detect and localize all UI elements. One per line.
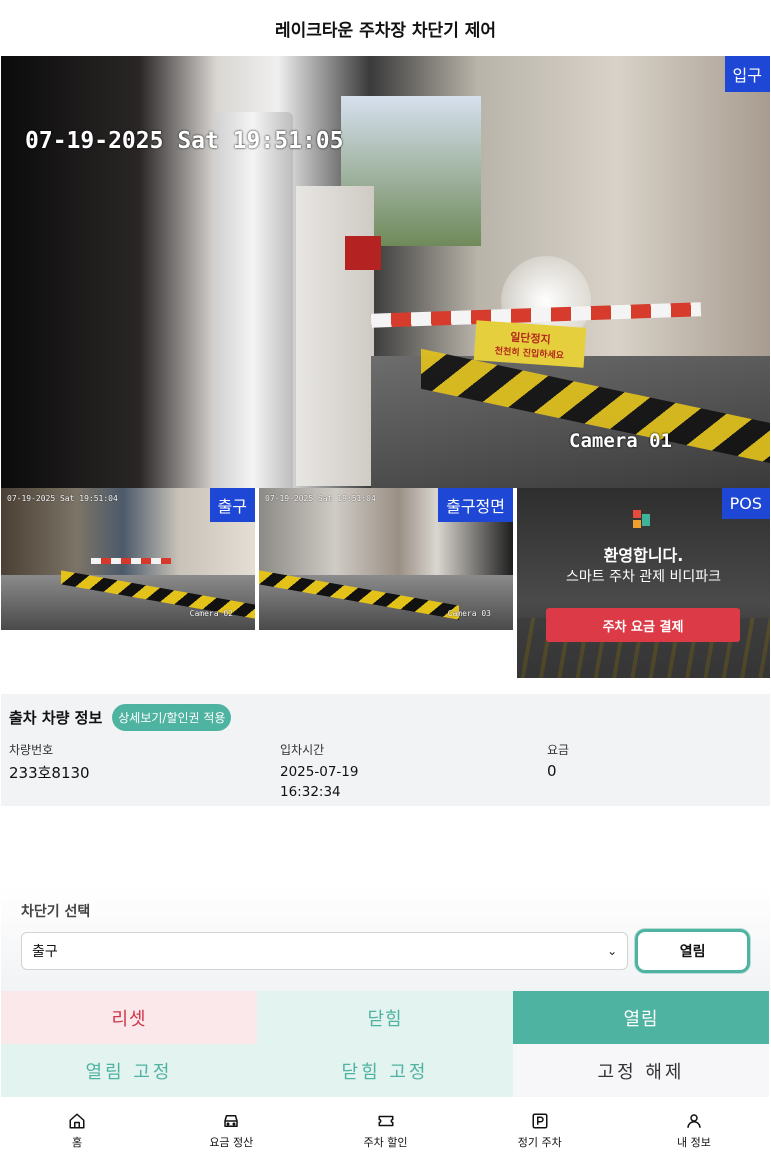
home-icon bbox=[69, 1113, 85, 1128]
exit-info-grid: 차량번호 233호8130 입차시간 2025-07-19 16:32:34 요… bbox=[9, 741, 762, 802]
camera-tag-exit-front: 출구정면 bbox=[438, 488, 513, 522]
bidipark-logo-icon bbox=[633, 510, 653, 530]
open-button[interactable]: 열림 bbox=[513, 991, 769, 1044]
thumb-osd-timestamp: 07-19-2025 Sat 19:51:04 bbox=[7, 494, 118, 503]
app-header: 레이크타운 주차장 차단기 제어 bbox=[0, 0, 771, 56]
camera-thumbnail-row: 07-19-2025 Sat 19:51:04 Camera 02 출구 07-… bbox=[1, 488, 771, 678]
page-title: 레이크타운 주차장 차단기 제어 bbox=[274, 20, 497, 41]
gate-select-panel: 차단기 선택 출구 ⌄ 열림 bbox=[1, 885, 770, 991]
pos-tag: POS bbox=[721, 488, 770, 519]
nav-label-home: 홈 bbox=[72, 1135, 83, 1149]
fee-label: 요금 bbox=[547, 743, 570, 757]
gate-select-label: 차단기 선택 bbox=[21, 904, 91, 920]
camera-scene-pillar bbox=[213, 112, 293, 488]
plate-column: 차량번호 233호8130 bbox=[9, 741, 280, 802]
pos-subtitle: 스마트 주차 관제 비디파크 bbox=[565, 569, 722, 585]
nav-label-my-info: 내 정보 bbox=[676, 1135, 711, 1149]
fee-column: 요금 0 bbox=[547, 741, 569, 802]
camera-scene-kiosk bbox=[296, 186, 374, 486]
nav-label-fee-settlement: 요금 정산 bbox=[209, 1135, 254, 1149]
camera-scene-red-sign bbox=[345, 236, 381, 270]
nav-label-regular-parking: 정기 주차 bbox=[517, 1135, 562, 1149]
entry-time-value: 2025-07-19 16:32:34 bbox=[280, 764, 359, 800]
nav-label-parking-discount: 주차 할인 bbox=[363, 1135, 408, 1149]
camera-osd-name: Camera 01 bbox=[569, 430, 672, 452]
thumb-osd-name: Camera 03 bbox=[447, 609, 491, 618]
gate-selected-value: 출구 bbox=[32, 944, 58, 960]
close-button[interactable]: 닫힘 bbox=[257, 991, 513, 1044]
nav-item-fee-settlement[interactable]: 요금 정산 bbox=[154, 1100, 308, 1161]
thumb-scene-barrier bbox=[91, 558, 171, 564]
pos-welcome-text: 환영합니다. bbox=[603, 546, 684, 565]
camera-tag-entrance: 입구 bbox=[724, 56, 770, 92]
reset-button[interactable]: 리셋 bbox=[1, 991, 257, 1044]
car-icon bbox=[224, 1114, 239, 1127]
chevron-down-icon: ⌄ bbox=[607, 944, 618, 958]
close-fixed-button[interactable]: 닫힘 고정 bbox=[257, 1044, 513, 1097]
pay-parking-fee-button[interactable]: 주차 요금 결제 bbox=[546, 608, 740, 642]
ticket-icon bbox=[378, 1115, 393, 1126]
gate-select-dropdown[interactable]: 출구 ⌄ bbox=[21, 932, 629, 970]
pos-screen: 환영합니다. 스마트 주차 관제 비디파크 주차 요금 결제 POS bbox=[517, 488, 770, 678]
gate-open-button[interactable]: 열림 bbox=[635, 929, 750, 973]
bottom-nav: 홈 요금 정산 주차 할인 정기 주차 내 정보 bbox=[0, 1100, 771, 1161]
camera-tag-exit: 출구 bbox=[209, 488, 255, 522]
open-fixed-button[interactable]: 열림 고정 bbox=[1, 1044, 257, 1097]
nav-item-regular-parking[interactable]: 정기 주차 bbox=[463, 1100, 617, 1161]
camera-osd-timestamp: 07-19-2025 Sat 19:51:05 bbox=[25, 128, 344, 154]
fee-value: 0 bbox=[547, 762, 557, 780]
exit-info-title: 출차 차량 정보 bbox=[9, 709, 103, 727]
release-fixed-button[interactable]: 고정 해제 bbox=[513, 1044, 769, 1097]
exit-info-header: 출차 차량 정보 상세보기/할인권 적용 bbox=[9, 704, 762, 731]
nav-item-parking-discount[interactable]: 주차 할인 bbox=[308, 1100, 462, 1161]
plate-value: 233호8130 bbox=[9, 764, 90, 782]
parking-icon bbox=[532, 1113, 548, 1128]
thumb-osd-timestamp: 07-19-2025 Sat 19:51:04 bbox=[265, 494, 376, 503]
camera-scene-stop-sign: 일단정지 천천히 진입하세요 bbox=[473, 320, 587, 368]
gate-select-row: 출구 ⌄ 열림 bbox=[21, 929, 750, 973]
entry-time-label: 입차시간 bbox=[280, 743, 325, 757]
exit-vehicle-info-panel: 출차 차량 정보 상세보기/할인권 적용 차량번호 233호8130 입차시간 … bbox=[1, 694, 770, 806]
detail-discount-button[interactable]: 상세보기/할인권 적용 bbox=[112, 704, 232, 731]
barrier-control-grid: 리셋 닫힘 열림 열림 고정 닫힘 고정 고정 해제 bbox=[1, 991, 769, 1097]
user-icon bbox=[687, 1113, 701, 1128]
nav-item-home[interactable]: 홈 bbox=[0, 1100, 154, 1161]
camera-thumb-exit[interactable]: 07-19-2025 Sat 19:51:04 Camera 02 출구 bbox=[1, 488, 255, 630]
stop-sign-line2: 천천히 진입하세요 bbox=[494, 346, 565, 361]
nav-item-my-info[interactable]: 내 정보 bbox=[617, 1100, 771, 1161]
camera-thumb-exit-front[interactable]: 07-19-2025 Sat 19:51:04 Camera 03 출구정면 bbox=[259, 488, 513, 630]
thumb-osd-name: Camera 02 bbox=[189, 609, 233, 618]
plate-label: 차량번호 bbox=[9, 743, 54, 757]
entry-time-column: 입차시간 2025-07-19 16:32:34 bbox=[280, 741, 547, 802]
main-camera-feed[interactable]: 일단정지 천천히 진입하세요 07-19-2025 Sat 19:51:05 C… bbox=[1, 56, 770, 488]
